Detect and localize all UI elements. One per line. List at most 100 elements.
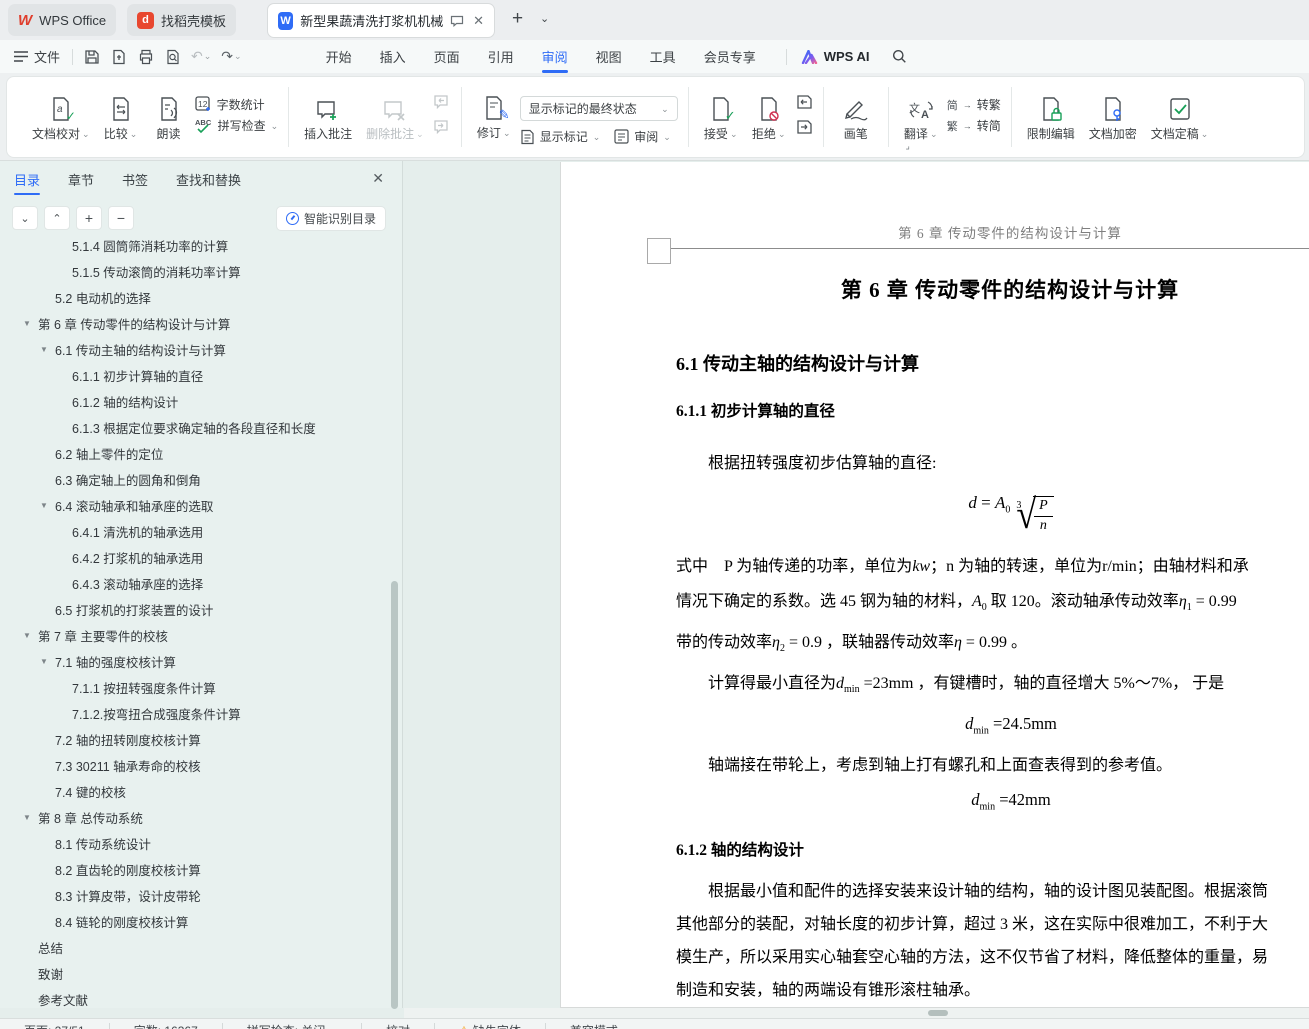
doc-heading[interactable]: 6.1.1 初步计算轴的直径 [676, 402, 1309, 422]
print-icon[interactable] [137, 48, 154, 65]
ink-pen-button[interactable]: 画笔 [834, 90, 878, 144]
menu-item-工具[interactable]: 工具 [636, 40, 690, 73]
doc-paragraph-line[interactable]: 根据最小值和配件的选择安装来设计轴的结构，轴的设计图见装配图。根据滚筒 [676, 875, 1309, 908]
toc-item[interactable]: 6.1.3 根据定位要求确定轴的各段直径和长度 [0, 414, 388, 440]
toc-expand-triangle-icon[interactable]: ▼ [23, 813, 31, 822]
tab-document[interactable]: W 新型果蔬清洗打浆机机械结构 ✕ [267, 3, 495, 38]
toc-item[interactable]: 8.2 直齿轮的刚度校核计算 [0, 856, 388, 882]
search-icon[interactable] [891, 48, 908, 65]
toc-expand-triangle-icon[interactable]: ▼ [23, 631, 31, 640]
toc-collapse-up-button[interactable]: ⌃ [44, 206, 70, 230]
toc-item[interactable]: ▼ 第 7 章 主要零件的校核 [0, 622, 388, 648]
redo-button[interactable]: ↷ ⌄ [221, 48, 241, 65]
horizontal-scrollbar-thumb[interactable] [928, 1010, 948, 1016]
menu-item-引用[interactable]: 引用 [474, 40, 528, 73]
toc-item[interactable]: ▼ 第 6 章 传动零件的结构设计与计算 [0, 310, 388, 336]
toc-item[interactable]: 6.5 打浆机的打浆装置的设计 [0, 596, 388, 622]
doc-heading[interactable]: 6.1 传动主轴的结构设计与计算 [676, 352, 1309, 376]
toc-item[interactable]: ▼ 6.1 传动主轴的结构设计与计算 [0, 336, 388, 362]
toc-item[interactable]: 7.4 键的校核 [0, 778, 388, 804]
toc-item[interactable]: ▼ 第 8 章 总传动系统 [0, 804, 388, 830]
finalize-document-button[interactable]: 文档定稿 ⌄ [1146, 90, 1214, 144]
translate-button[interactable]: 文A 翻译 ⌄ [899, 90, 943, 144]
read-aloud-button[interactable]: 朗读 [147, 90, 191, 144]
status-item[interactable]: 字数: 16367 [110, 1019, 222, 1029]
insert-comment-button[interactable]: 插入批注 [299, 90, 357, 144]
status-item[interactable]: 校对 [362, 1019, 434, 1029]
toc-expand-down-button[interactable]: ⌄ [12, 206, 38, 230]
document-page[interactable]: 第 6 章 传动零件的结构设计与计算 第 6 章 传动零件的结构设计与计算 6.… [560, 162, 1309, 1008]
show-markup-button[interactable]: 显示标记 ⌄ [520, 128, 600, 145]
doc-paragraph-line[interactable]: 计算得最小直径为dmin =23mm ，有键槽时，轴的直径增大 5%～7%， 于… [676, 666, 1309, 707]
review-panel-button[interactable]: 审阅 ⌄ [614, 128, 671, 145]
toc-item[interactable]: 8.1 传动系统设计 [0, 830, 388, 856]
toc-item[interactable]: 8.3 计算皮带，设计皮带轮 [0, 882, 388, 908]
toc-zoom-in-button[interactable]: + [76, 206, 102, 230]
toc-item[interactable]: ▼ 7.1 轴的强度校核计算 [0, 648, 388, 674]
restrict-editing-button[interactable]: 限制编辑 [1022, 90, 1080, 144]
toc-item[interactable]: 7.1.1 按扭转强度条件计算 [0, 674, 388, 700]
doc-paragraph-line[interactable]: 制造和安装，轴的两端设有锥形滚柱轴承。 [676, 974, 1309, 1007]
doc-paragraph-line[interactable]: 轴端接在带轮上，考虑到轴上打有螺孔和上面查表得到的参考值。 [676, 748, 1309, 783]
toc-item[interactable]: 6.2 轴上零件的定位 [0, 440, 388, 466]
next-change-icon[interactable] [795, 119, 813, 135]
sidebar-tab-目录[interactable]: 目录 [14, 161, 41, 197]
sidebar-tab-书签[interactable]: 书签 [122, 161, 148, 197]
toc-item[interactable]: 7.2 轴的扭转刚度校核计算 [0, 726, 388, 752]
encrypt-document-button[interactable]: 文档加密 [1084, 90, 1142, 144]
toc-item[interactable]: 8.4 链轮的刚度校核计算 [0, 908, 388, 934]
previous-change-icon[interactable] [795, 94, 813, 110]
doc-paragraph-line[interactable]: 情况下确定的系数。选 45 钢为轴的材料，A0 取 120。滚动轴承传动效率η1… [676, 584, 1309, 625]
doc-paragraph-line[interactable]: 模生产，所以采用实心轴套空心轴的方法，这不仅节省了材料，降低整体的重量，易 [676, 941, 1309, 974]
doc-formula[interactable]: d = A0 3 √ Pn [676, 493, 1309, 534]
doc-paragraph-line[interactable]: 带的传动效率η2 = 0.9 ，联轴器传动效率η = 0.99 。 [676, 625, 1309, 666]
doc-paragraph-line[interactable]: dmin =42mm [676, 783, 1309, 824]
proofread-button[interactable]: a ✓ 文档校对 ⌄ [27, 90, 95, 144]
status-item[interactable]: ⚠ 缺失字体 [435, 1019, 545, 1029]
smart-toc-button[interactable]: 智能识别目录 [275, 206, 386, 231]
toc-item[interactable]: 6.1.2 轴的结构设计 [0, 388, 388, 414]
status-item[interactable]: 拼写检查: 关闭⌄ [223, 1019, 361, 1029]
toc-zoom-out-button[interactable]: − [108, 206, 134, 230]
sidebar-close-icon[interactable]: ✕ [372, 170, 384, 187]
status-item[interactable]: 页面: 27/51 [0, 1019, 109, 1029]
word-count-button[interactable]: 12 字数统计 [194, 96, 279, 113]
print-preview-icon[interactable] [164, 48, 181, 65]
toc-item[interactable]: 7.1.2.按弯扭合成强度条件计算 [0, 700, 388, 726]
menu-item-审阅[interactable]: 审阅 [528, 40, 582, 73]
compare-button[interactable]: 比较 ⌄ [99, 90, 143, 144]
toc-item[interactable]: 6.3 确定轴上的圆角和倒角 [0, 466, 388, 492]
doc-paragraph-line[interactable]: 式中 P 为轴传递的功率，单位为kw；n 为轴的转速，单位为r/min；由轴材料… [676, 549, 1309, 584]
tab-list-chevron-icon[interactable]: ⌄ [540, 12, 549, 25]
doc-paragraph-line[interactable]: dmin =24.5mm [676, 707, 1309, 748]
to-traditional-button[interactable]: 简 → 转繁 [947, 96, 1001, 113]
tab-wps-office[interactable]: W WPS Office [8, 4, 117, 36]
new-tab-button[interactable]: + [512, 8, 523, 30]
toc-item[interactable]: 6.1.1 初步计算轴的直径 [0, 362, 388, 388]
menu-item-开始[interactable]: 开始 [312, 40, 366, 73]
toc-item[interactable]: 参考文献 [0, 986, 388, 1008]
toc-expand-triangle-icon[interactable]: ▼ [23, 319, 31, 328]
spell-check-button[interactable]: ABC 拼写检查 ⌄ [195, 117, 278, 134]
save-icon[interactable] [83, 48, 100, 65]
toc-item[interactable]: 5.1.4 圆筒筛消耗功率的计算 [0, 239, 388, 258]
horizontal-scrollbar[interactable] [404, 1008, 1309, 1018]
reject-change-button[interactable]: 拒绝 ⌄ [747, 90, 791, 144]
to-simplified-button[interactable]: 繁 → 转简 [947, 117, 1001, 134]
toc-item[interactable]: ▼ 6.4 滚动轴承和轴承座的选取 [0, 492, 388, 518]
toc-item[interactable]: 致谢 [0, 960, 388, 986]
toc-item[interactable]: 6.4.2 打浆机的轴承选用 [0, 544, 388, 570]
file-menu-button[interactable]: 文件 [0, 47, 72, 66]
status-item[interactable]: 兼容模式 [546, 1019, 642, 1029]
menu-item-页面[interactable]: 页面 [420, 40, 474, 73]
tab-docer-templates[interactable]: d 找稻壳模板 [127, 4, 237, 36]
menu-item-视图[interactable]: 视图 [582, 40, 636, 73]
markup-state-select[interactable]: 显示标记的最终状态 ⌄ [519, 96, 678, 121]
toc-item[interactable]: 5.2 电动机的选择 [0, 284, 388, 310]
export-pdf-icon[interactable] [110, 48, 127, 65]
toc-expand-triangle-icon[interactable]: ▼ [40, 501, 48, 510]
tab-close-icon[interactable]: ✕ [473, 13, 484, 29]
toc-expand-triangle-icon[interactable]: ▼ [40, 345, 48, 354]
toc-expand-triangle-icon[interactable]: ▼ [40, 657, 48, 666]
track-changes-button[interactable]: ✎ 修订 ⌄ [472, 89, 516, 143]
